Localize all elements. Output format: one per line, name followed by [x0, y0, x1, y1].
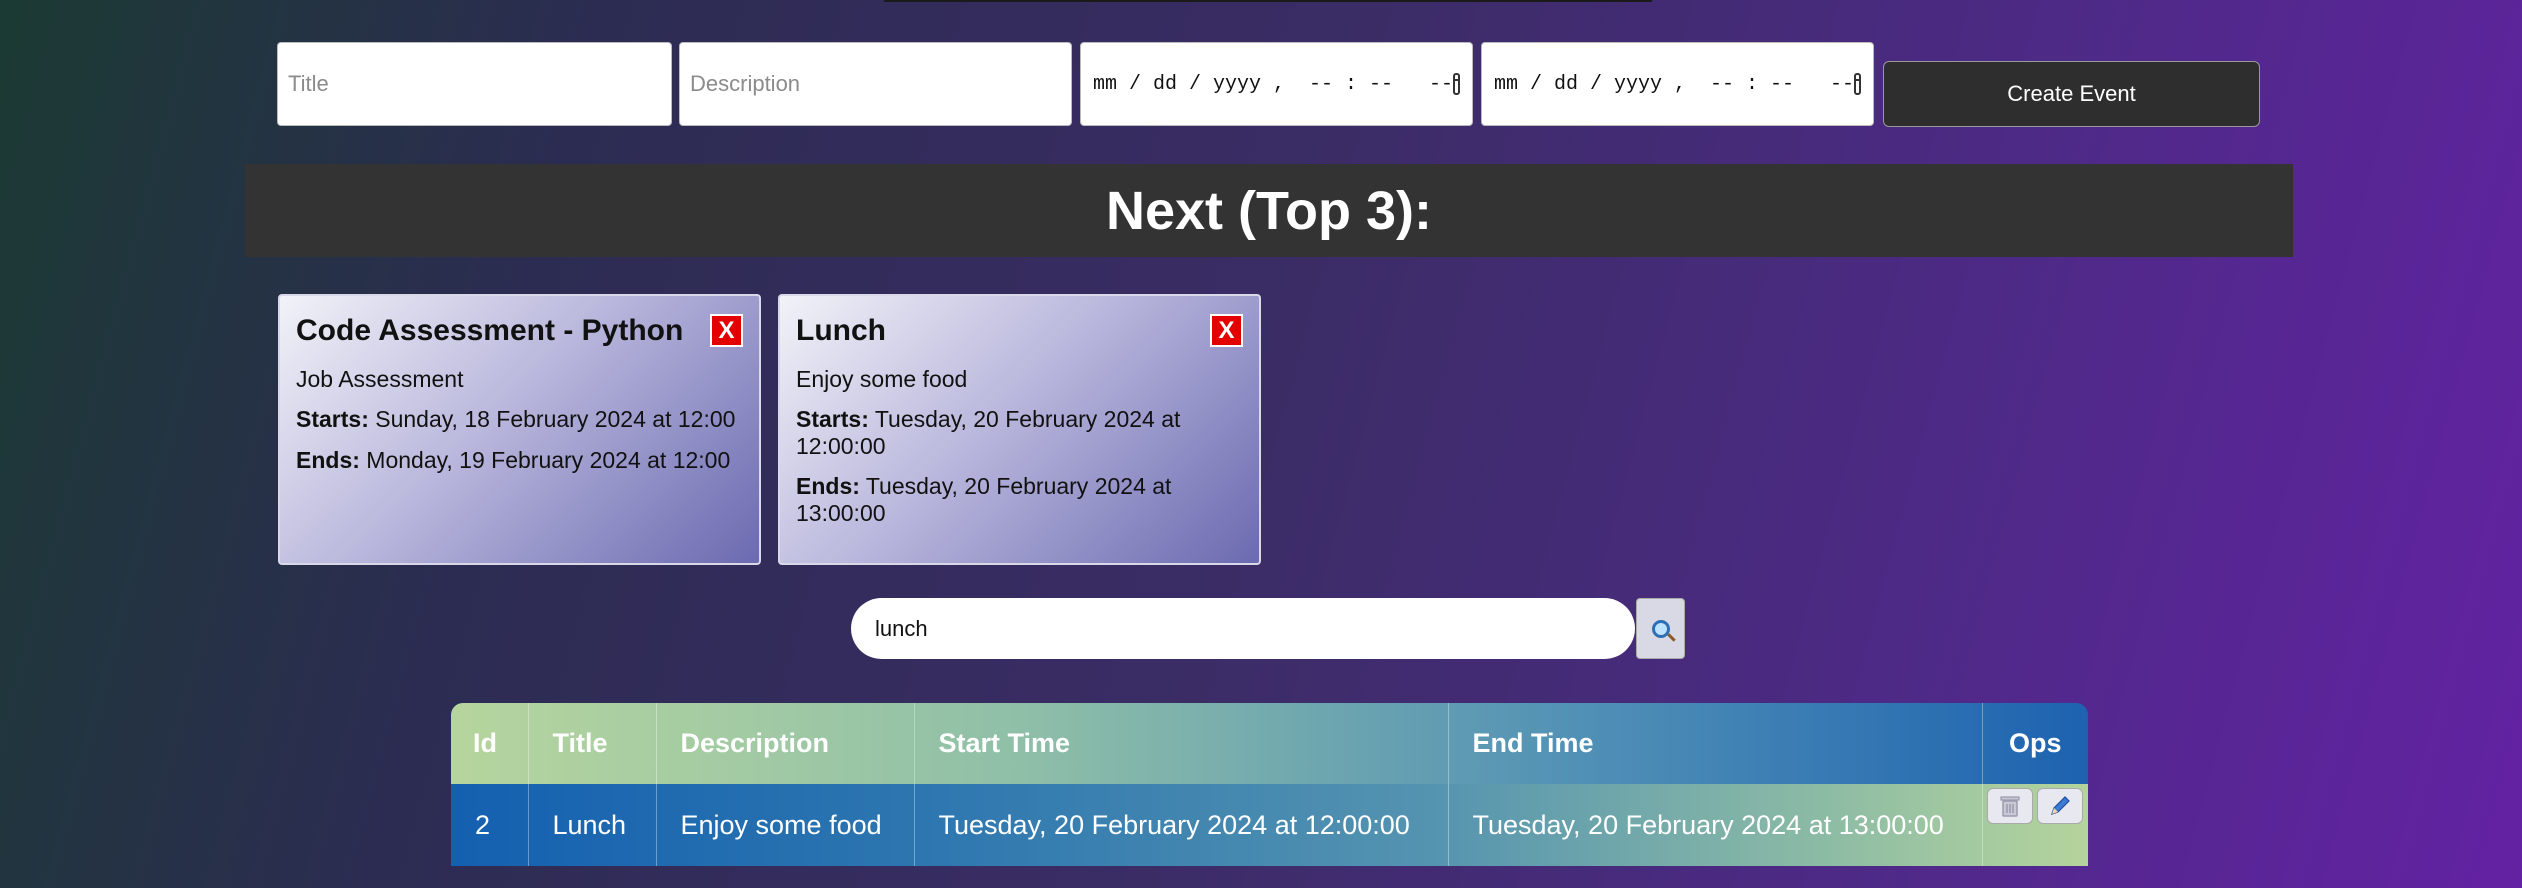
- event-card-starts: Starts: Tuesday, 20 February 2024 at 12:…: [796, 406, 1243, 459]
- table-row: 2 Lunch Enjoy some food Tuesday, 20 Febr…: [451, 784, 2088, 866]
- top-divider: [884, 0, 1652, 2]
- start-datetime-placeholder: mm / dd / yyyy , -- : -- --: [1093, 72, 1454, 96]
- pencil-icon: [2050, 796, 2070, 815]
- ends-label: Ends:: [796, 473, 860, 500]
- event-card: Lunch X Enjoy some food Starts: Tuesday,…: [778, 294, 1261, 565]
- next-banner: Next (Top 3):: [245, 164, 2293, 257]
- event-card-title: Lunch: [796, 314, 886, 347]
- event-card-ends: Ends: Monday, 19 February 2024 at 12:00: [296, 447, 743, 473]
- cell-description: Enjoy some food: [656, 784, 915, 866]
- event-card-description: Enjoy some food: [796, 366, 968, 392]
- next-heading: Next (Top 3):: [1106, 180, 1432, 241]
- trash-icon: [1999, 796, 2020, 817]
- column-header-description[interactable]: Description: [656, 703, 915, 784]
- starts-label: Starts:: [796, 406, 869, 433]
- cell-title: Lunch: [528, 784, 657, 866]
- column-header-title[interactable]: Title: [528, 703, 657, 784]
- magnifier-icon: [1651, 619, 1670, 638]
- events-table: Id Title Description Start Time End Time…: [451, 703, 2088, 866]
- start-datetime-input[interactable]: mm / dd / yyyy , -- : -- --: [1080, 42, 1473, 126]
- event-card-title: Code Assessment - Python: [296, 314, 684, 347]
- column-header-end-time[interactable]: End Time: [1448, 703, 1983, 784]
- end-datetime-input[interactable]: mm / dd / yyyy , -- : -- --: [1481, 42, 1874, 126]
- cell-start-time: Tuesday, 20 February 2024 at 12:00:00: [914, 784, 1449, 866]
- cell-ops: [1982, 784, 2088, 866]
- end-datetime-placeholder: mm / dd / yyyy , -- : -- --: [1494, 72, 1855, 96]
- edit-row-button[interactable]: [2036, 788, 2083, 824]
- title-input[interactable]: [277, 42, 672, 126]
- description-input[interactable]: [679, 42, 1072, 126]
- column-header-id[interactable]: Id: [451, 703, 529, 784]
- event-card-starts: Starts: Sunday, 18 February 2024 at 12:0…: [296, 406, 743, 432]
- ends-value: Monday, 19 February 2024 at 12:00: [359, 446, 731, 473]
- starts-label: Starts:: [296, 406, 369, 433]
- delete-row-button[interactable]: [1986, 788, 2033, 824]
- delete-event-button[interactable]: X: [710, 314, 743, 347]
- search-button[interactable]: [1636, 598, 1685, 659]
- cell-id: 2: [451, 784, 529, 866]
- ends-label: Ends:: [296, 446, 360, 473]
- event-card-ends: Ends: Tuesday, 20 February 2024 at 13:00…: [796, 473, 1243, 526]
- event-card: Code Assessment - Python X Job Assessmen…: [278, 294, 761, 565]
- event-card-description: Job Assessment: [296, 366, 464, 392]
- table-header-row: Id Title Description Start Time End Time…: [451, 703, 2088, 784]
- column-header-start-time[interactable]: Start Time: [914, 703, 1449, 784]
- calendar-icon[interactable]: [1453, 73, 1460, 95]
- delete-event-button[interactable]: X: [1210, 314, 1243, 347]
- search-input[interactable]: [851, 598, 1635, 659]
- create-event-button[interactable]: Create Event: [1883, 61, 2260, 127]
- cell-end-time: Tuesday, 20 February 2024 at 13:00:00: [1448, 784, 1983, 866]
- calendar-icon[interactable]: [1854, 73, 1861, 95]
- starts-value: Sunday, 18 February 2024 at 12:00: [368, 406, 736, 433]
- column-header-ops: Ops: [2008, 728, 2062, 758]
